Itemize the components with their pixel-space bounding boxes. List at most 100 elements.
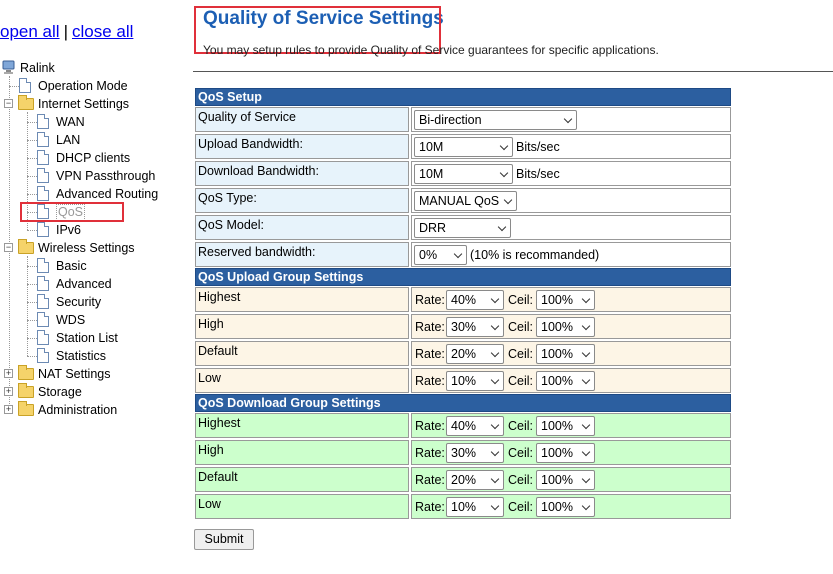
rate-label: Rate: <box>415 500 445 514</box>
chevron-down-icon <box>490 474 500 484</box>
ceil-select[interactable]: 100% <box>536 344 595 364</box>
ceil-label: Ceil: <box>508 473 534 487</box>
ceil-label: Ceil: <box>508 500 534 514</box>
chevron-down-icon <box>499 141 509 151</box>
open-all-link[interactable]: open all <box>0 22 60 41</box>
ceil-select[interactable]: 100% <box>536 443 595 463</box>
qos-setup-header: QoS Setup <box>195 88 731 106</box>
chevron-down-icon <box>581 420 591 430</box>
chevron-down-icon <box>581 348 591 358</box>
group-values: Rate: 30% Ceil: 100% <box>411 314 731 339</box>
group-values: Rate: 30% Ceil: 100% <box>411 440 731 465</box>
reserved-bandwidth-label: Reserved bandwidth: <box>195 242 409 267</box>
folder-open-icon <box>18 95 34 110</box>
qos-type-cell: MANUAL QoS <box>411 188 731 213</box>
page-icon <box>37 150 49 165</box>
ceil-label: Ceil: <box>508 347 534 361</box>
ceil-label: Ceil: <box>508 320 534 334</box>
tree-item-label: WDS <box>56 313 86 327</box>
ceil-select[interactable]: 100% <box>536 371 595 391</box>
rate-label: Rate: <box>415 320 445 334</box>
download-bandwidth-cell: 10M Bits/sec <box>411 161 731 186</box>
group-values: Rate: 40% Ceil: 100% <box>411 287 731 312</box>
group-row: Default Rate: 20% Ceil: 100% <box>195 466 731 493</box>
tree-item-label: LAN <box>56 133 81 147</box>
rate-select[interactable]: 40% <box>446 416 504 436</box>
upload-bandwidth-label: Upload Bandwidth: <box>195 134 409 159</box>
submit-button[interactable]: Submit <box>194 529 254 550</box>
ceil-select[interactable]: 100% <box>536 317 595 337</box>
group-row: High Rate: 30% Ceil: 100% <box>195 439 731 466</box>
ceil-value: 100% <box>541 500 573 514</box>
group-name: Default <box>195 341 409 366</box>
qos-mode-label: Quality of Service <box>195 107 409 132</box>
ceil-label: Ceil: <box>508 293 534 307</box>
rate-select[interactable]: 30% <box>446 443 504 463</box>
download-bandwidth-value: 10M <box>419 167 444 181</box>
tree-item-label: Basic <box>56 259 87 273</box>
ceil-select[interactable]: 100% <box>536 470 595 490</box>
collapse-toggle-icon[interactable]: − <box>4 243 13 252</box>
tree-item-label: Administration <box>38 403 118 417</box>
tree-item-label: Advanced Routing <box>56 187 159 201</box>
chevron-down-icon <box>499 168 509 178</box>
folder-icon <box>18 383 34 398</box>
group-name: High <box>195 440 409 465</box>
qos-model-cell: DRR <box>411 215 731 240</box>
page-icon <box>37 222 49 237</box>
ceil-select[interactable]: 100% <box>536 416 595 436</box>
chevron-down-icon <box>490 447 500 457</box>
page-icon <box>37 258 49 273</box>
group-row: Highest Rate: 40% Ceil: 100% <box>195 412 731 439</box>
rate-label: Rate: <box>415 419 445 433</box>
ceil-value: 100% <box>541 446 573 460</box>
tree-item-label: VPN Passthrough <box>56 169 156 183</box>
rate-label: Rate: <box>415 446 445 460</box>
chevron-down-icon <box>490 348 500 358</box>
expand-toggle-icon[interactable]: + <box>4 405 13 414</box>
tree-item-label: Statistics <box>56 349 107 363</box>
close-all-link[interactable]: close all <box>72 22 133 41</box>
qos-model-select[interactable]: DRR <box>414 218 511 238</box>
qos-mode-select[interactable]: Bi-direction <box>414 110 577 130</box>
group-values: Rate: 40% Ceil: 100% <box>411 413 731 438</box>
expand-toggle-icon[interactable]: + <box>4 387 13 396</box>
rate-select[interactable]: 20% <box>446 344 504 364</box>
reserved-bandwidth-select[interactable]: 0% <box>414 245 467 265</box>
page-icon <box>37 348 49 363</box>
ceil-select[interactable]: 100% <box>536 290 595 310</box>
ceil-label: Ceil: <box>508 419 534 433</box>
rate-select[interactable]: 10% <box>446 497 504 517</box>
tree-item-label: Advanced <box>56 277 112 291</box>
folder-icon <box>18 401 34 416</box>
collapse-toggle-icon[interactable]: − <box>4 99 13 108</box>
ceil-value: 100% <box>541 293 573 307</box>
reserved-bandwidth-note: (10% is recommanded) <box>470 248 600 262</box>
download-group-header: QoS Download Group Settings <box>195 394 731 412</box>
page-icon <box>37 276 49 291</box>
rate-select[interactable]: 10% <box>446 371 504 391</box>
rate-select[interactable]: 40% <box>446 290 504 310</box>
expand-toggle-icon[interactable]: + <box>4 369 13 378</box>
ceil-select[interactable]: 100% <box>536 497 595 517</box>
rate-select[interactable]: 30% <box>446 317 504 337</box>
page-icon <box>19 78 31 93</box>
divider <box>193 71 833 72</box>
tree-item-label: Security <box>56 295 102 309</box>
download-bandwidth-label: Download Bandwidth: <box>195 161 409 186</box>
qos-type-select[interactable]: MANUAL QoS <box>414 191 517 211</box>
tree-item-label: WAN <box>56 115 85 129</box>
rate-select[interactable]: 20% <box>446 470 504 490</box>
download-bandwidth-select[interactable]: 10M <box>414 164 513 184</box>
qos-model-value: DRR <box>419 221 447 235</box>
upload-bandwidth-select[interactable]: 10M <box>414 137 513 157</box>
page-subtitle: You may setup rules to provide Quality o… <box>203 43 659 57</box>
group-values: Rate: 10% Ceil: 100% <box>411 494 731 519</box>
page-icon <box>37 132 49 147</box>
group-row: Default Rate: 20% Ceil: 100% <box>195 340 731 367</box>
chevron-down-icon <box>497 222 507 232</box>
qos-mode-cell: Bi-direction <box>411 107 731 132</box>
page-icon <box>37 186 49 201</box>
link-separator: | <box>63 22 68 41</box>
chevron-down-icon <box>490 375 500 385</box>
